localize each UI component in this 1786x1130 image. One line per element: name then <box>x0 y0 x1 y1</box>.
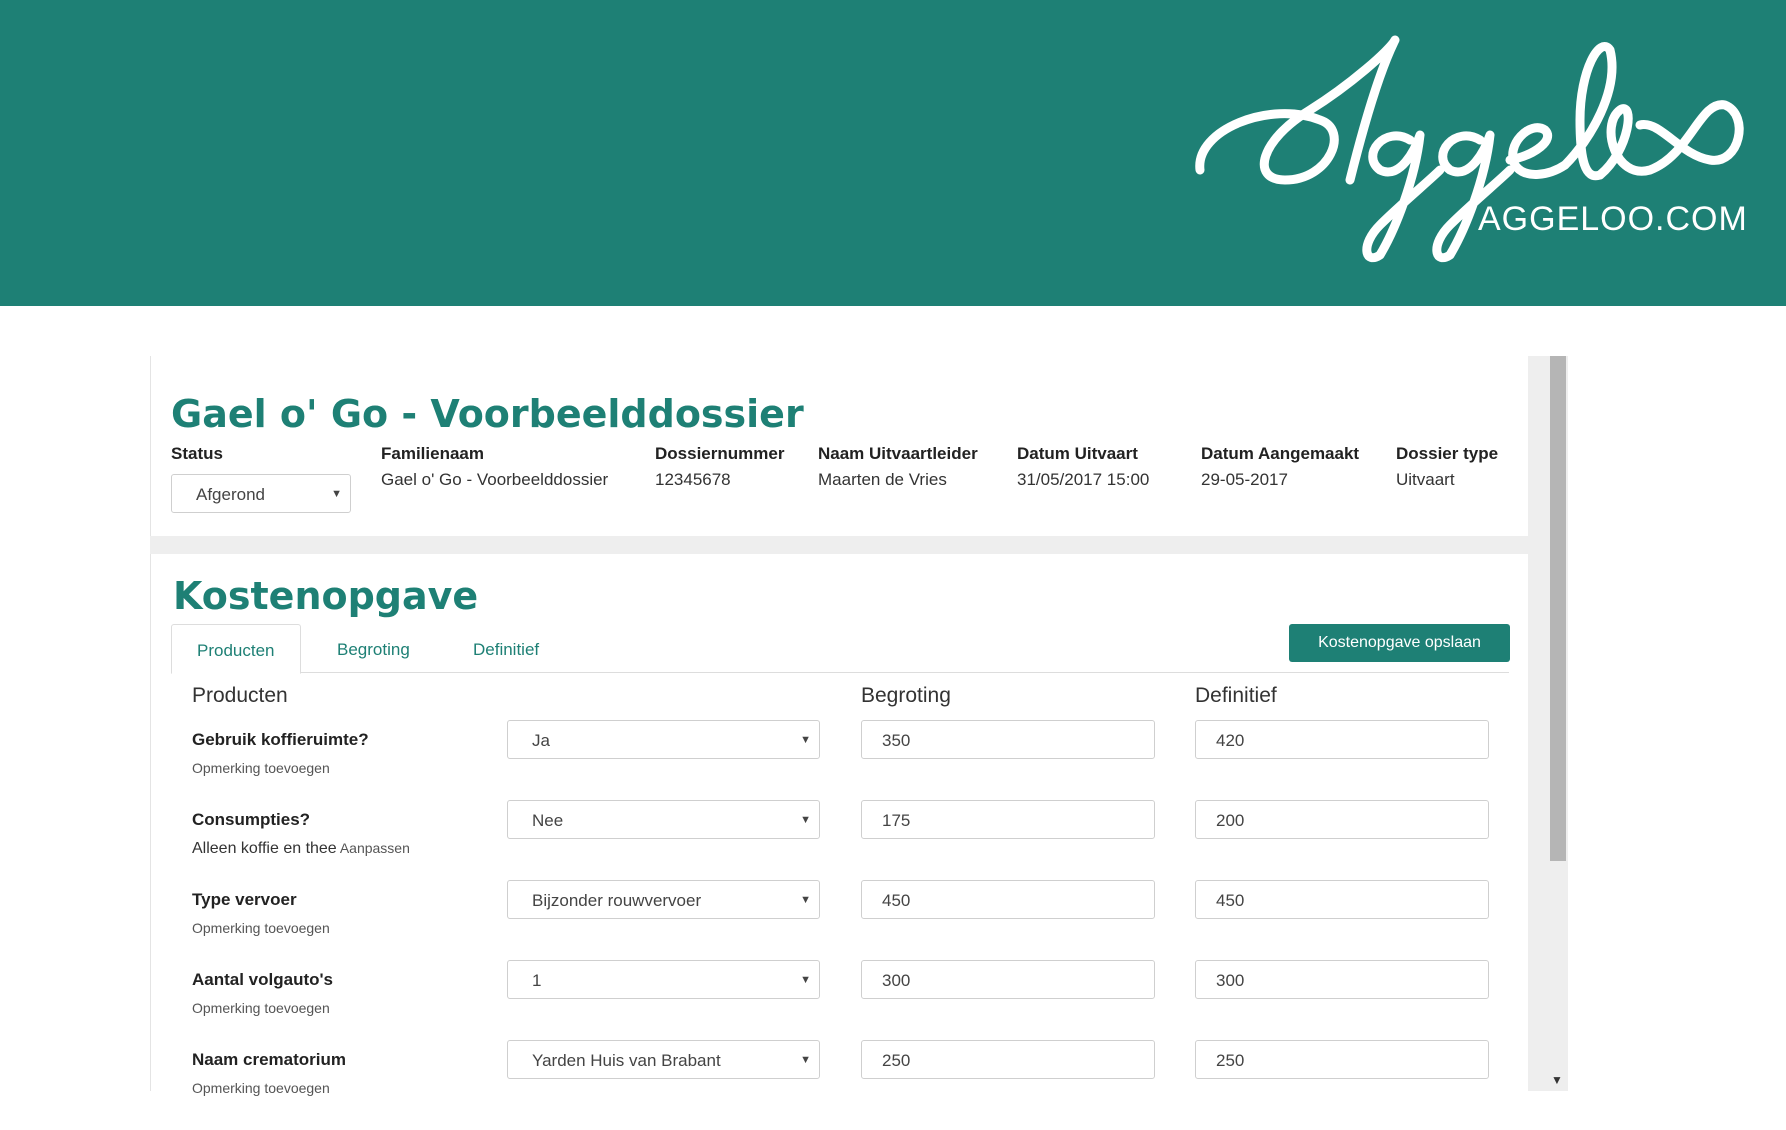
meta-value: Uitvaart <box>1396 470 1455 489</box>
product-row: Type vervoer Opmerking toevoegen Bijzond… <box>151 880 1529 970</box>
meta-label: Dossiernummer <box>655 444 785 463</box>
header-banner: AGGELOO.COM <box>0 0 1786 306</box>
product-name: Consumpties? <box>192 810 311 829</box>
definitief-input[interactable]: 420 <box>1195 720 1489 759</box>
product-sub: Opmerking toevoegen <box>192 1080 330 1096</box>
aggeloo-logo[interactable]: AGGELOO.COM <box>1190 30 1750 270</box>
product-row: Aantal volgauto's Opmerking toevoegen 1 … <box>151 960 1529 1050</box>
select-value: Yarden Huis van Brabant <box>532 1051 721 1070</box>
meta-label: Dossier type <box>1396 444 1499 463</box>
column-header-begroting: Begroting <box>861 684 951 707</box>
tab-definitief[interactable]: Definitief <box>473 624 539 673</box>
definitief-input[interactable]: 300 <box>1195 960 1489 999</box>
meta-value: 29-05-2017 <box>1201 470 1288 489</box>
product-option-select[interactable]: Ja ▼ <box>507 720 820 759</box>
product-option-select[interactable]: Nee ▼ <box>507 800 820 839</box>
product-option-select[interactable]: 1 ▼ <box>507 960 820 999</box>
column-header-definitief: Definitief <box>1195 684 1277 707</box>
meta-datum-uitvaart: Datum Uitvaart 31/05/2017 15:00 <box>1017 444 1149 490</box>
begroting-input[interactable]: 450 <box>861 880 1155 919</box>
chevron-down-icon: ▼ <box>800 814 811 826</box>
product-sub: Opmerking toevoegen <box>192 760 330 776</box>
kostenopgave-title: Kostenopgave <box>173 574 479 618</box>
tab-begroting[interactable]: Begroting <box>337 624 410 673</box>
logo-subtitle: AGGELOO.COM <box>1478 200 1748 238</box>
scrollbar-thumb[interactable] <box>1550 356 1566 861</box>
definitief-input[interactable]: 250 <box>1195 1040 1489 1079</box>
meta-dossier-type: Dossier type Uitvaart <box>1396 444 1498 490</box>
meta-value: 12345678 <box>655 470 731 489</box>
status-value: Afgerond <box>196 485 265 504</box>
product-option-select[interactable]: Bijzonder rouwvervoer ▼ <box>507 880 820 919</box>
product-name: Gebruik koffieruimte? <box>192 730 369 749</box>
product-sub: Alleen koffie en thee Aanpassen <box>192 840 410 858</box>
meta-label: Datum Aangemaakt <box>1201 444 1360 463</box>
scrollbar[interactable]: ▼ <box>1528 356 1568 1091</box>
scroll-down-icon[interactable]: ▼ <box>1551 1073 1563 1087</box>
tab-producten[interactable]: Producten <box>171 624 301 674</box>
status-select[interactable]: Afgerond ▼ <box>171 474 351 513</box>
edit-link[interactable]: Aanpassen <box>340 840 410 856</box>
add-remark-link[interactable]: Opmerking toevoegen <box>192 1000 330 1016</box>
meta-familienaam: Familienaam Gael o' Go - Voorbeelddossie… <box>381 444 608 490</box>
begroting-input[interactable]: 350 <box>861 720 1155 759</box>
meta-value: Gael o' Go - Voorbeelddossier <box>381 470 609 489</box>
select-value: Nee <box>532 811 564 830</box>
product-row: Gebruik koffieruimte? Opmerking toevoege… <box>151 720 1529 810</box>
product-row: Naam crematorium Opmerking toevoegen Yar… <box>151 1040 1529 1130</box>
add-remark-link[interactable]: Opmerking toevoegen <box>192 1080 330 1096</box>
definitief-input[interactable]: 450 <box>1195 880 1489 919</box>
select-value: 1 <box>532 971 542 990</box>
meta-uitvaartleider: Naam Uitvaartleider Maarten de Vries <box>818 444 978 490</box>
product-name: Aantal volgauto's <box>192 970 334 989</box>
product-sub: Opmerking toevoegen <box>192 1000 330 1016</box>
begroting-input[interactable]: 300 <box>861 960 1155 999</box>
chevron-down-icon: ▼ <box>800 1054 811 1066</box>
product-name: Naam crematorium <box>192 1050 347 1069</box>
chevron-down-icon: ▼ <box>800 894 811 906</box>
chevron-down-icon: ▼ <box>331 488 342 500</box>
product-option-select[interactable]: Yarden Huis van Brabant ▼ <box>507 1040 820 1079</box>
begroting-input[interactable]: 250 <box>861 1040 1155 1079</box>
definitief-input[interactable]: 200 <box>1195 800 1489 839</box>
meta-value: 31/05/2017 15:00 <box>1017 470 1150 489</box>
status-meta: Status <box>171 444 223 464</box>
meta-datum-aangemaakt: Datum Aangemaakt 29-05-2017 <box>1201 444 1359 490</box>
status-label: Status <box>171 444 223 463</box>
select-value: Ja <box>532 731 550 750</box>
save-kostenopgave-button[interactable]: Kostenopgave opslaan <box>1289 624 1510 662</box>
column-header-producten: Producten <box>192 684 288 707</box>
add-remark-link[interactable]: Opmerking toevoegen <box>192 920 330 936</box>
add-remark-link[interactable]: Opmerking toevoegen <box>192 760 330 776</box>
product-note: Alleen koffie en thee <box>192 840 337 857</box>
chevron-down-icon: ▼ <box>800 734 811 746</box>
product-row: Consumpties? Alleen koffie en thee Aanpa… <box>151 800 1529 890</box>
meta-label: Familienaam <box>381 444 484 463</box>
meta-label: Naam Uitvaartleider <box>818 444 978 463</box>
dossier-title: Gael o' Go - Voorbeelddossier <box>171 392 804 436</box>
meta-dossiernummer: Dossiernummer 12345678 <box>655 444 784 490</box>
chevron-down-icon: ▼ <box>800 974 811 986</box>
meta-value: Maarten de Vries <box>818 470 947 489</box>
dossier-card: Gael o' Go - Voorbeelddossier Status Afg… <box>150 356 1528 536</box>
select-value: Bijzonder rouwvervoer <box>532 891 702 910</box>
kostenopgave-card: Kostenopgave Producten Begroting Definit… <box>150 554 1529 1096</box>
product-name: Type vervoer <box>192 890 297 909</box>
product-sub: Opmerking toevoegen <box>192 920 330 936</box>
meta-label: Datum Uitvaart <box>1017 444 1138 463</box>
begroting-input[interactable]: 175 <box>861 800 1155 839</box>
